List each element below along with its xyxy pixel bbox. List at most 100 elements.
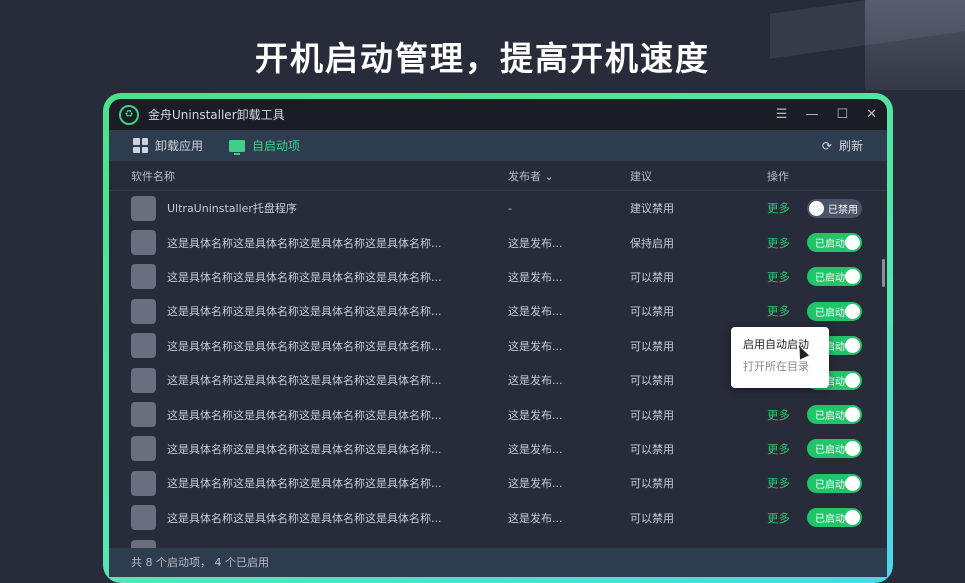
- more-link[interactable]: 更多: [767, 303, 790, 319]
- toggle-label: 已启动: [815, 476, 845, 491]
- refresh-label: 刷新: [839, 137, 863, 154]
- column-name: 软件名称: [131, 168, 175, 184]
- title-bar: ♻ 金舟Uninstaller卸载工具 ☰ — ☐ ✕: [109, 99, 887, 130]
- advice: 可以禁用: [630, 338, 674, 354]
- advice: 可以禁用: [630, 441, 674, 457]
- tab-startup[interactable]: 自启动项: [229, 137, 300, 154]
- advice: 可以禁用: [630, 269, 674, 285]
- toggle-label: 已启动: [815, 304, 845, 319]
- advice: 可以禁用: [630, 303, 674, 319]
- chevron-down-icon: ⌄: [545, 170, 554, 183]
- app-name: 这是具体名称这是具体名称这是具体名称这是具体名称...: [167, 407, 442, 423]
- table-row: 这是具体名称这是具体名称这是具体名称这是具体名称... 这是发布... 可以禁用…: [109, 501, 887, 535]
- tab-label: 自启动项: [252, 137, 300, 154]
- menu-item-open-folder[interactable]: 打开所在目录: [743, 358, 817, 380]
- publisher: 这是发布...: [508, 338, 563, 354]
- column-action: 操作: [767, 168, 789, 184]
- toggle-label: 已启动: [815, 269, 845, 284]
- column-publisher[interactable]: 发布者 ⌄: [508, 168, 554, 184]
- app-name: 这是具体名称这是具体名称这是具体名称这是具体名称...: [167, 441, 442, 457]
- more-link[interactable]: 更多: [767, 235, 790, 251]
- publisher: 这是发布...: [508, 269, 563, 285]
- more-link[interactable]: 更多: [767, 269, 790, 285]
- apps-icon: [133, 138, 148, 153]
- publisher: 这是发布...: [508, 441, 563, 457]
- advice: 可以禁用: [630, 475, 674, 491]
- table-row: 这是具体名称这是具体名称这是具体名称这是具体名称... 这是发布... 可以禁用…: [109, 397, 887, 431]
- column-label: 发布者: [508, 170, 541, 183]
- column-advice: 建议: [630, 168, 652, 184]
- advice: 建议禁用: [630, 200, 674, 216]
- toggle-label: 已禁用: [828, 201, 858, 216]
- publisher: 这是发布...: [508, 372, 563, 388]
- context-menu: 启用自动启动 打开所在目录: [731, 327, 829, 388]
- refresh-icon: ⟳: [822, 139, 832, 153]
- status-footer: 共 8 个启动项， 4 个已启用: [109, 548, 887, 577]
- app-name: 这是具体名称这是具体名称这是具体名称这是具体名称...: [167, 338, 442, 354]
- toolbar: 卸载应用 自启动项 ⟳ 刷新: [109, 130, 887, 161]
- app-name: 这是具体名称这是具体名称这是具体名称这是具体名称...: [167, 372, 442, 388]
- maximize-button[interactable]: ☐: [836, 107, 848, 122]
- startup-toggle[interactable]: 已启动: [807, 233, 862, 252]
- menu-icon[interactable]: ☰: [776, 107, 788, 122]
- app-name: 这是具体名称这是具体名称这是具体名称这是具体名称...: [167, 510, 442, 526]
- publisher: 这是发布...: [508, 407, 563, 423]
- toggle-label: 已启动: [815, 441, 845, 456]
- publisher: -: [508, 202, 512, 215]
- app-icon: [131, 333, 156, 358]
- table-row: 这是具体名称这是具体名称这是具体名称这是具体名称... 这是发布... 可以禁用…: [109, 294, 887, 328]
- close-button[interactable]: ✕: [866, 107, 877, 122]
- app-icon: [131, 230, 156, 255]
- advice: 可以禁用: [630, 407, 674, 423]
- table-row: UltraUninstaller托盘程序 - 建议禁用 更多 已禁用: [109, 191, 887, 225]
- publisher: 这是发布...: [508, 510, 563, 526]
- app-name: 这是具体名称这是具体名称这是具体名称这是具体名称...: [167, 475, 442, 491]
- startup-toggle[interactable]: 已启动: [807, 267, 862, 286]
- app-icon: [131, 299, 156, 324]
- more-link[interactable]: 更多: [767, 407, 790, 423]
- more-link[interactable]: 更多: [767, 200, 790, 216]
- table-row: 这是具体名称这是具体名称这是具体名称这是具体名称... 这是发布... 可以禁用…: [109, 260, 887, 294]
- table-row: 这是具体名称这是具体名称这是具体名称这是具体名称... 这是发布... 可以禁用…: [109, 466, 887, 500]
- more-link[interactable]: 更多: [767, 475, 790, 491]
- more-link[interactable]: 更多: [767, 441, 790, 457]
- table-row: 这是具体名称这是具体名称这是具体名称这是具体名称... 这是发布... 可以禁用…: [109, 432, 887, 466]
- tab-uninstall[interactable]: 卸载应用: [133, 137, 203, 154]
- monitor-icon: [229, 140, 245, 152]
- advice: 可以禁用: [630, 510, 674, 526]
- startup-toggle[interactable]: 已启动: [807, 405, 862, 424]
- startup-toggle[interactable]: 已启动: [807, 302, 862, 321]
- more-link[interactable]: 更多: [767, 510, 790, 526]
- app-name: 这是具体名称这是具体名称这是具体名称这是具体名称...: [167, 235, 442, 251]
- table-header: 软件名称 发布者 ⌄ 建议 操作: [109, 161, 887, 191]
- app-icon: [131, 505, 156, 530]
- app-icon: [131, 264, 156, 289]
- app-icon: [131, 471, 156, 496]
- table-row: 这是具体名称这是具体名称这是具体名称这是具体名称... 这是发布... 保持启用…: [109, 225, 887, 259]
- advice: 可以禁用: [630, 372, 674, 388]
- scrollbar[interactable]: [882, 259, 885, 287]
- startup-toggle[interactable]: 已启动: [807, 439, 862, 458]
- app-icon: [131, 368, 156, 393]
- publisher: 这是发布...: [508, 475, 563, 491]
- app-name: 这是具体名称这是具体名称这是具体名称这是具体名称...: [167, 303, 442, 319]
- toggle-label: 已启动: [815, 407, 845, 422]
- startup-toggle[interactable]: 已禁用: [807, 199, 862, 218]
- toggle-label: 已启动: [815, 235, 845, 250]
- app-icon: [131, 196, 156, 221]
- recycle-logo-icon: ♻: [119, 105, 139, 125]
- publisher: 这是发布...: [508, 303, 563, 319]
- advice: 保持启用: [630, 235, 674, 251]
- app-name: 这是具体名称这是具体名称这是具体名称这是具体名称...: [167, 269, 442, 285]
- tab-label: 卸载应用: [155, 137, 203, 154]
- app-icon: [131, 436, 156, 461]
- publisher: 这是发布...: [508, 235, 563, 251]
- app-icon: [131, 402, 156, 427]
- minimize-button[interactable]: —: [805, 107, 818, 122]
- toggle-label: 已启动: [815, 510, 845, 525]
- startup-toggle[interactable]: 已启动: [807, 474, 862, 493]
- app-name: UltraUninstaller托盘程序: [167, 200, 297, 216]
- headline: 开机启动管理，提高开机速度: [0, 32, 965, 80]
- startup-toggle[interactable]: 已启动: [807, 508, 862, 527]
- refresh-button[interactable]: ⟳ 刷新: [822, 137, 863, 154]
